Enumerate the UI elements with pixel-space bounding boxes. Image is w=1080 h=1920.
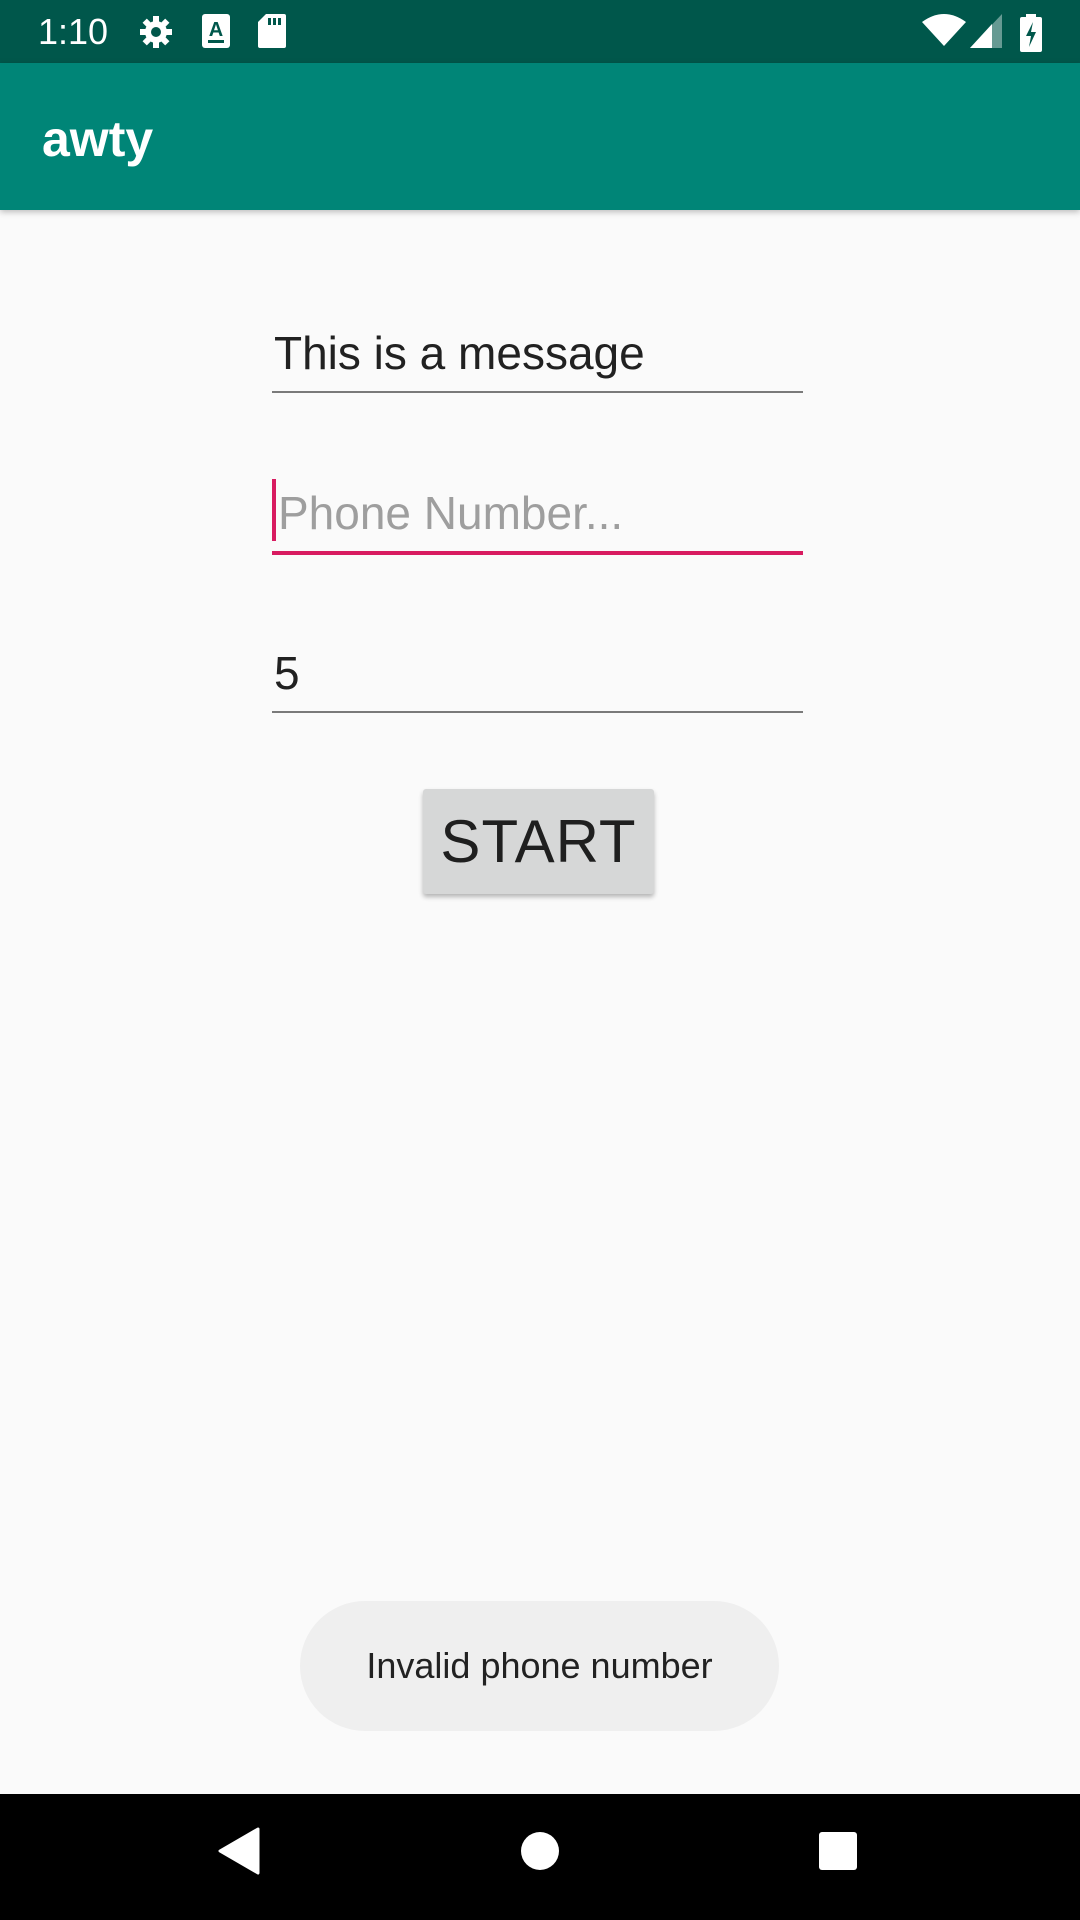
interval-field[interactable]: 5 bbox=[272, 631, 803, 713]
cell-signal-icon bbox=[970, 14, 1002, 53]
home-icon[interactable] bbox=[519, 1827, 561, 1880]
wifi-icon bbox=[922, 14, 966, 53]
app-bar: awty bbox=[0, 63, 1080, 210]
start-button[interactable]: START bbox=[423, 789, 654, 894]
status-time: 1:10 bbox=[38, 11, 109, 52]
interval-value: 5 bbox=[274, 647, 300, 699]
app-title: awty bbox=[42, 111, 154, 167]
message-field[interactable]: This is a message bbox=[272, 311, 803, 393]
navigation-bar bbox=[0, 1794, 1080, 1920]
phone-number-field[interactable]: Phone Number... bbox=[272, 471, 803, 555]
battery-charging-icon bbox=[1020, 14, 1042, 57]
sd-card-icon bbox=[258, 14, 286, 53]
toast-message: Invalid phone number bbox=[300, 1601, 779, 1731]
a-keyboard-icon: A bbox=[202, 14, 230, 53]
back-icon[interactable] bbox=[218, 1827, 260, 1880]
phone-number-placeholder: Phone Number... bbox=[278, 487, 624, 539]
status-bar: 1:10 A bbox=[0, 0, 1080, 63]
svg-text:A: A bbox=[209, 19, 223, 41]
text-cursor bbox=[272, 479, 276, 541]
message-value: This is a message bbox=[274, 327, 645, 379]
gear-icon bbox=[138, 14, 174, 55]
recents-icon[interactable] bbox=[817, 1827, 859, 1880]
